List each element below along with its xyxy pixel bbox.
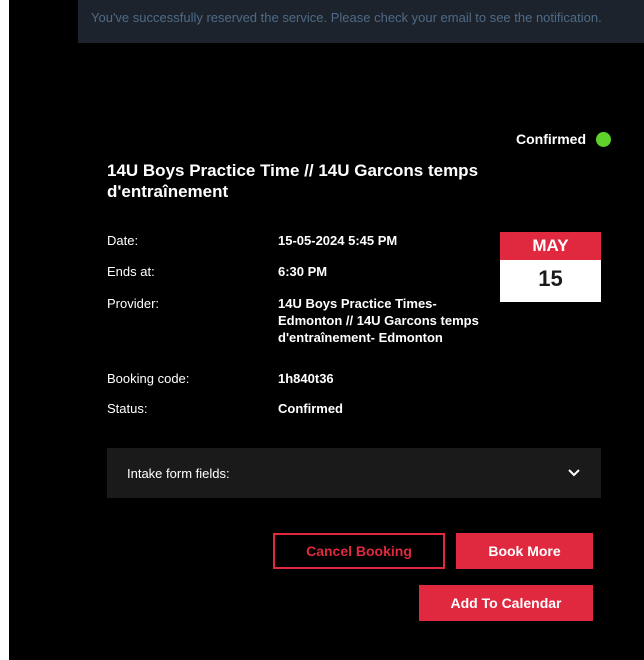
booking-code-label: Booking code: xyxy=(107,371,190,386)
booking-code-value: 1h840t36 xyxy=(278,371,334,386)
success-notification: You've successfully reserved the service… xyxy=(78,0,644,43)
calendar-badge: MAY 15 xyxy=(500,232,601,302)
date-value: 15-05-2024 5:45 PM xyxy=(278,233,398,248)
calendar-day: 15 xyxy=(500,260,601,302)
book-more-button[interactable]: Book More xyxy=(456,533,593,569)
status-value: Confirmed xyxy=(278,401,343,416)
provider-value: 14U Boys Practice Times- Edmonton // 14U… xyxy=(278,296,479,345)
add-to-calendar-button[interactable]: Add To Calendar xyxy=(419,585,593,621)
booking-title: 14U Boys Practice Time // 14U Garcons te… xyxy=(107,161,479,201)
ends-at-label: Ends at: xyxy=(107,264,155,279)
intake-form-accordion[interactable]: Intake form fields: xyxy=(107,448,601,498)
status-label: Status: xyxy=(107,401,148,416)
status-dot-icon xyxy=(596,131,611,147)
status-indicator-label: Confirmed xyxy=(516,131,586,147)
cancel-booking-button[interactable]: Cancel Booking xyxy=(273,533,445,569)
calendar-month: MAY xyxy=(500,232,601,260)
date-label: Date: xyxy=(107,233,139,248)
intake-form-label: Intake form fields: xyxy=(127,465,230,481)
ends-at-value: 6:30 PM xyxy=(278,264,328,279)
status-indicator: Confirmed xyxy=(516,131,611,147)
chevron-down-icon[interactable] xyxy=(567,468,581,478)
provider-label: Provider: xyxy=(107,296,160,311)
